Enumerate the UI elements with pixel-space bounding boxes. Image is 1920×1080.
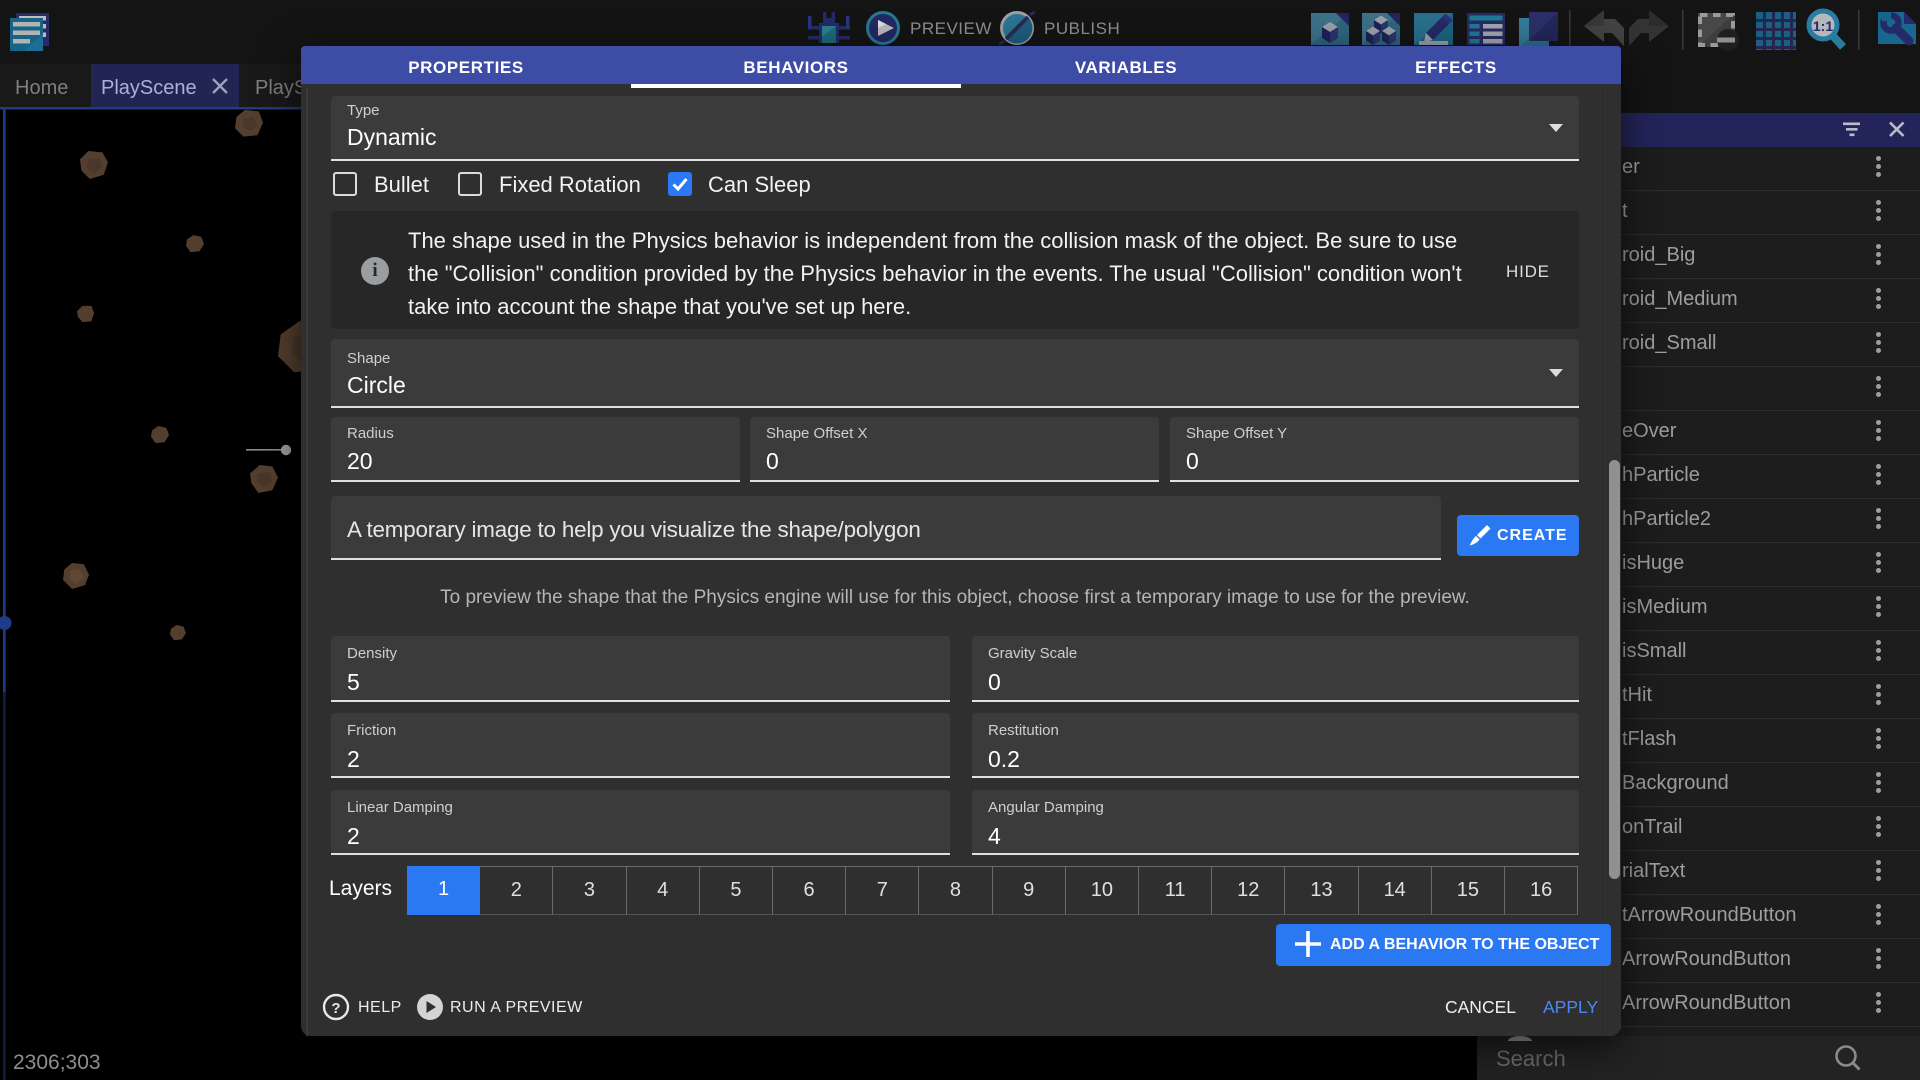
- svg-text:?: ?: [331, 1000, 340, 1017]
- svg-text:PREVIEW: PREVIEW: [910, 19, 992, 38]
- svg-text:1:1: 1:1: [1813, 18, 1833, 34]
- svg-text:PUBLISH: PUBLISH: [1044, 19, 1120, 38]
